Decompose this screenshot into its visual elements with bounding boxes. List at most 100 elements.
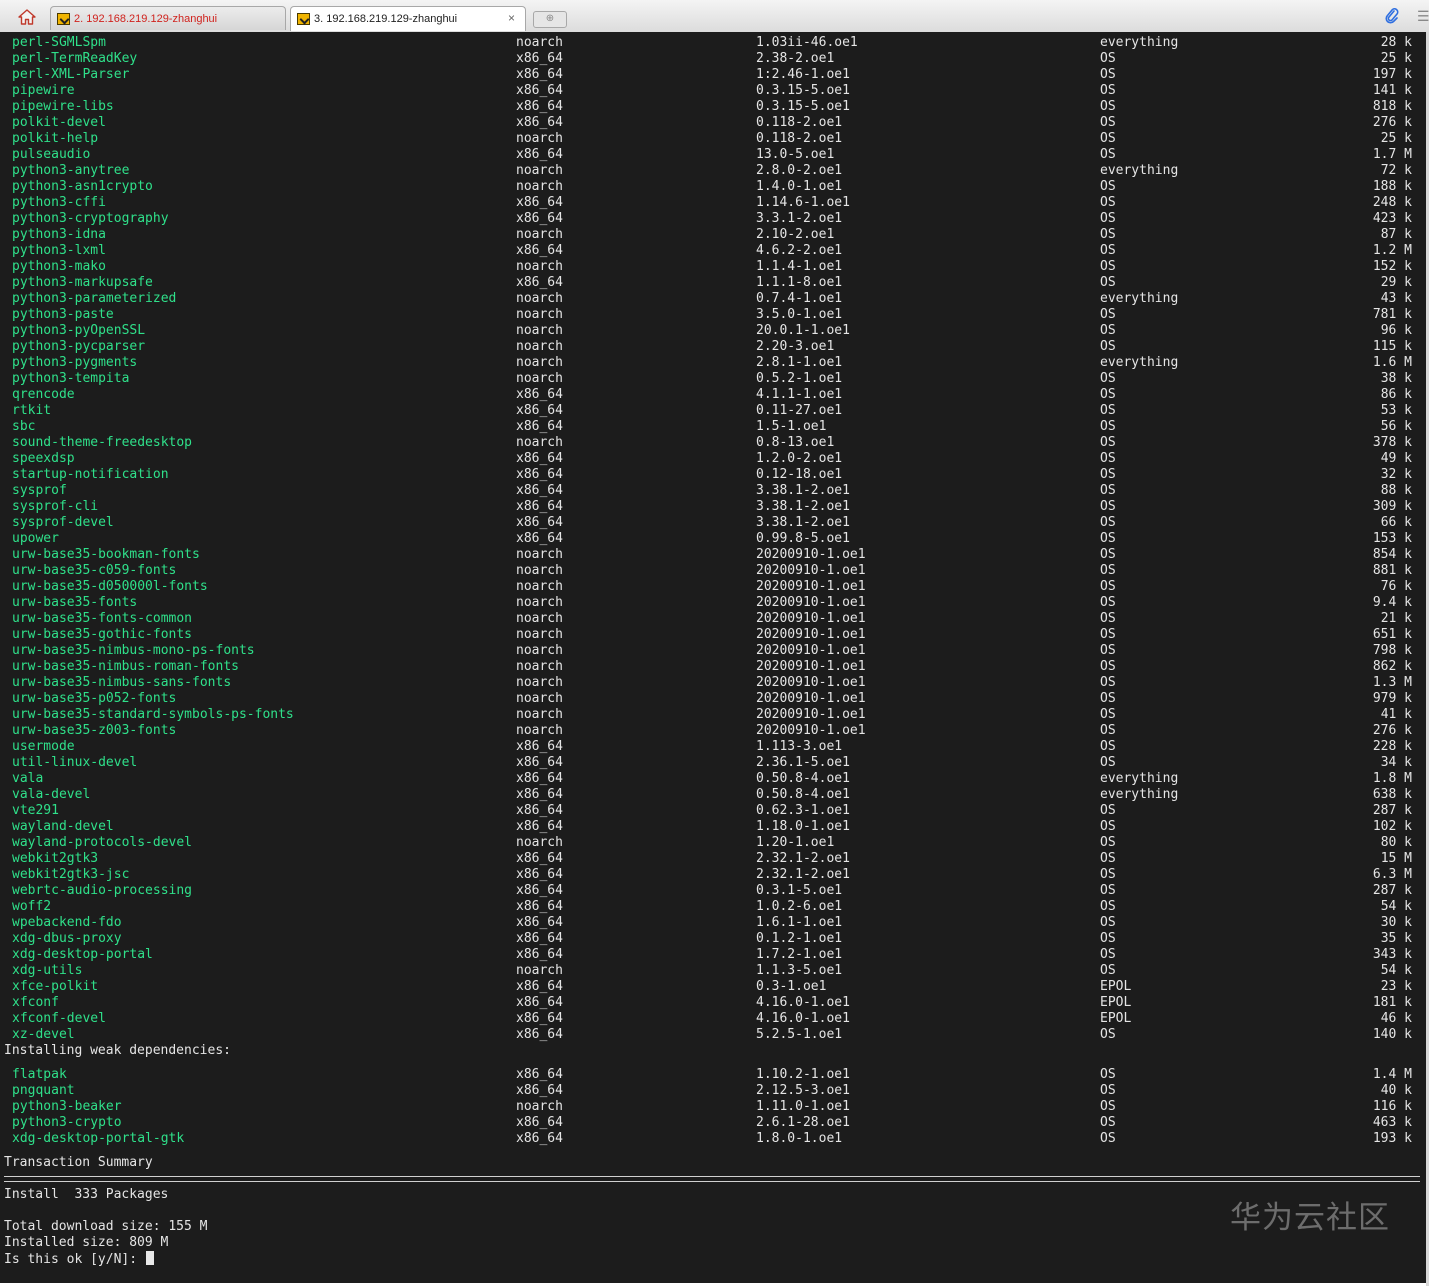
package-size: 651 k [1372, 627, 1412, 642]
package-version: 1.1.4-1.oe1 [756, 259, 843, 274]
package-arch: x86_64 [516, 979, 563, 994]
package-version: 1.113-3.oe1 [756, 739, 843, 754]
package-repo: OS [1100, 867, 1116, 882]
package-size: 34 k [1380, 755, 1412, 770]
menu-icon[interactable]: ☰ [1417, 8, 1429, 25]
package-size: 56 k [1380, 419, 1412, 434]
tab-session-2[interactable]: 2. 192.168.219.129-zhanghui [50, 6, 286, 30]
package-row: webkit2gtk3-jsc x86_64 2.32.1-2.oe1 OS 6.3 M [0, 867, 1426, 883]
package-arch: x86_64 [516, 739, 563, 754]
package-repo: OS [1100, 371, 1116, 386]
terminal-output[interactable]: perl-SGMLSpm noarch 1.03ii-46.oe1 everythin… [0, 32, 1426, 1283]
package-repo: OS [1100, 51, 1116, 66]
package-name: perl-SGMLSpm [12, 35, 106, 50]
package-arch: noarch [516, 355, 563, 370]
package-size: 53 k [1380, 403, 1412, 418]
new-tab-icon: ⊕ [545, 13, 555, 24]
package-name: qrencode [12, 387, 75, 402]
package-row: sound-theme-freedesktop noarch 0.8-13.oe1 O… [0, 435, 1426, 451]
package-repo: OS [1100, 675, 1116, 690]
package-version: 1.4.0-1.oe1 [756, 179, 843, 194]
package-repo: OS [1100, 659, 1116, 674]
package-repo: EPOL [1100, 979, 1132, 994]
package-repo: everything [1100, 787, 1179, 802]
package-version: 2.8.0-2.oe1 [756, 163, 843, 178]
tab-bar: 2. 192.168.219.129-zhanghui 3. 192.168.2… [0, 0, 1429, 33]
watermark: 华为云社区 [1230, 1200, 1390, 1236]
package-row: urw-base35-nimbus-sans-fonts noarch 202009… [0, 675, 1426, 691]
package-name: xfconf-devel [12, 1011, 106, 1026]
package-size: 38 k [1380, 371, 1412, 386]
package-version: 0.3.1-5.oe1 [756, 883, 843, 898]
package-row: flatpak x86_64 1.10.2-1.oe1 OS 1.4 M [0, 1067, 1426, 1083]
home-button[interactable] [12, 6, 42, 28]
package-name: python3-pygments [12, 355, 138, 370]
package-name: urw-base35-nimbus-sans-fonts [12, 675, 232, 690]
package-version: 2.6.1-28.oe1 [756, 1115, 850, 1130]
package-row: python3-lxml x86_64 4.6.2-2.oe1 OS 1.2 M [0, 243, 1426, 259]
package-row: python3-pycparser noarch 2.20-3.oe1 OS 115 k [0, 339, 1426, 355]
package-name: urw-base35-p052-fonts [12, 691, 177, 706]
package-row: python3-pygments noarch 2.8.1-1.oe1 everyth… [0, 355, 1426, 371]
package-repo: OS [1100, 435, 1116, 450]
package-repo: OS [1100, 915, 1116, 930]
package-repo: OS [1100, 547, 1116, 562]
package-name: xdg-desktop-portal-gtk [12, 1131, 185, 1146]
package-row: polkit-devel x86_64 0.118-2.oe1 OS 276 k [0, 115, 1426, 131]
package-version: 20200910-1.oe1 [756, 563, 866, 578]
package-row: xdg-desktop-portal-gtk x86_64 1.8.0-1.oe1 O… [0, 1131, 1426, 1147]
package-repo: OS [1100, 1131, 1116, 1146]
package-arch: x86_64 [516, 387, 563, 402]
package-row: xdg-utils noarch 1.1.3-5.oe1 OS 54 k [0, 963, 1426, 979]
package-version: 1.7.2-1.oe1 [756, 947, 843, 962]
package-arch: noarch [516, 707, 563, 722]
package-version: 20200910-1.oe1 [756, 675, 866, 690]
package-repo: everything [1100, 771, 1179, 786]
package-name: sbc [12, 419, 36, 434]
package-repo: OS [1100, 851, 1116, 866]
package-size: 25 k [1380, 51, 1412, 66]
package-name: usermode [12, 739, 75, 754]
package-arch: noarch [516, 563, 563, 578]
package-list: perl-SGMLSpm noarch 1.03ii-46.oe1 everythin… [0, 35, 1426, 1043]
package-arch: noarch [516, 371, 563, 386]
new-tab-button[interactable]: ⊕ [533, 11, 567, 28]
package-size: 276 k [1372, 115, 1412, 130]
tab-session-3[interactable]: 3. 192.168.219.129-zhanghui × [290, 6, 526, 31]
package-row: urw-base35-p052-fonts noarch 20200910-1.oe… [0, 691, 1426, 707]
package-row: python3-parameterized noarch 0.7.4-1.oe1 ev… [0, 291, 1426, 307]
package-row: vala x86_64 0.50.8-4.oe1 everything 1.8 M [0, 771, 1426, 787]
package-size: 32 k [1380, 467, 1412, 482]
package-version: 3.3.1-2.oe1 [756, 211, 843, 226]
package-arch: noarch [516, 227, 563, 242]
package-version: 2.10-2.oe1 [756, 227, 835, 242]
close-icon[interactable]: × [508, 11, 515, 25]
package-repo: OS [1100, 403, 1116, 418]
confirm-prompt[interactable]: Is this ok [y/N]: [4, 1251, 154, 1268]
paperclip-icon[interactable] [1385, 8, 1399, 27]
package-size: 248 k [1372, 195, 1412, 210]
package-repo: everything [1100, 355, 1179, 370]
package-size: 378 k [1372, 435, 1412, 450]
package-size: 54 k [1380, 963, 1412, 978]
package-row: util-linux-devel x86_64 2.36.1-5.oe1 OS 34 k [0, 755, 1426, 771]
package-version: 0.50.8-4.oe1 [756, 771, 850, 786]
package-arch: x86_64 [516, 1027, 563, 1042]
package-size: 116 k [1372, 1099, 1412, 1114]
package-version: 20.0.1-1.oe1 [756, 323, 850, 338]
package-version: 4.16.0-1.oe1 [756, 995, 850, 1010]
package-name: sysprof-devel [12, 515, 114, 530]
package-name: pipewire [12, 83, 75, 98]
package-row: urw-base35-nimbus-roman-fonts noarch 20200… [0, 659, 1426, 675]
package-name: python3-lxml [12, 243, 106, 258]
package-size: 96 k [1380, 323, 1412, 338]
package-arch: x86_64 [516, 1131, 563, 1146]
tab-label: 3. 192.168.219.129-zhanghui [314, 13, 458, 25]
text-cursor [145, 1251, 154, 1265]
package-size: 35 k [1380, 931, 1412, 946]
package-version: 1.03ii-46.oe1 [756, 35, 858, 50]
package-name: rtkit [12, 403, 52, 418]
package-row: urw-base35-c059-fonts noarch 20200910-1.oe… [0, 563, 1426, 579]
package-size: 6.3 M [1372, 867, 1412, 882]
package-repo: OS [1100, 707, 1116, 722]
